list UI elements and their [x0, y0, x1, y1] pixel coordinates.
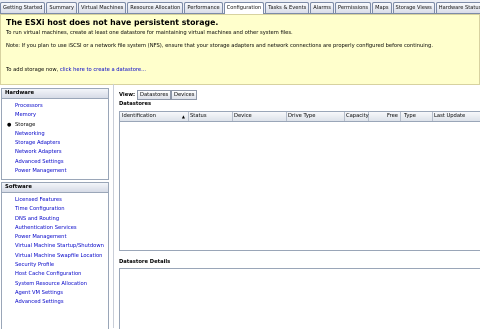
warning-note: Note: If you plan to use iSCSI or a netw… — [6, 43, 433, 49]
software-item-host-cache-configuration[interactable]: Host Cache Configuration — [2, 270, 108, 279]
warning-message: To run virtual machines, create at least… — [6, 30, 293, 36]
hardware-panel: Hardware Processors Memory ● Storage Netw… — [1, 88, 109, 180]
tab-hardware-status[interactable]: Hardware Status — [435, 2, 480, 13]
hardware-item-networking[interactable]: Networking — [2, 130, 108, 139]
selected-bullet-icon: ● — [7, 121, 12, 128]
datastores-table: Identification ▲ Status Device Drive Type… — [119, 111, 480, 251]
storage-warning-banner: The ESXi host does not have persistent s… — [0, 14, 480, 85]
column-capacity[interactable]: Capacity — [344, 112, 369, 121]
datastores-title: Datastores — [119, 101, 152, 107]
column-type[interactable]: Type — [402, 112, 433, 121]
tab-maps[interactable]: Maps — [372, 2, 392, 13]
tab-configuration[interactable]: Configuration — [223, 2, 265, 14]
datastore-details-title: Datastore Details — [119, 259, 171, 265]
column-identification[interactable]: Identification ▲ — [120, 112, 189, 121]
column-drive-type[interactable]: Drive Type — [286, 112, 345, 121]
software-item-system-resource-allocation[interactable]: System Resource Allocation — [2, 280, 108, 289]
column-free[interactable]: Free — [368, 112, 401, 121]
datastore-details-panel — [119, 268, 480, 329]
splitter[interactable] — [113, 84, 114, 328]
hardware-item-processors[interactable]: Processors — [2, 102, 108, 111]
tab-virtual-machines[interactable]: Virtual Machines — [78, 2, 127, 13]
tab-storage-views[interactable]: Storage Views — [392, 2, 435, 13]
column-last-update[interactable]: Last Update — [432, 112, 480, 121]
tab-alarms[interactable]: Alarms — [310, 2, 334, 13]
tab-bar: Getting Started Summary Virtual Machines… — [0, 0, 480, 14]
column-device[interactable]: Device — [232, 112, 287, 121]
software-panel-title: Software — [2, 183, 108, 193]
software-item-time-configuration[interactable]: Time Configuration — [2, 205, 108, 214]
software-item-licensed-features[interactable]: Licensed Features — [2, 196, 108, 205]
software-item-agent-vm-settings[interactable]: Agent VM Settings — [2, 289, 108, 298]
software-item-power-management[interactable]: Power Management — [2, 233, 108, 242]
sort-ascending-icon: ▲ — [181, 114, 185, 119]
column-identification-label: Identification — [122, 113, 157, 119]
hardware-item-network-adapters[interactable]: Network Adapters — [2, 148, 108, 157]
view-label: View: — [119, 92, 136, 98]
tab-tasks-events[interactable]: Tasks & Events — [265, 2, 310, 13]
hardware-item-power-management[interactable]: Power Management — [2, 167, 108, 176]
tab-getting-started[interactable]: Getting Started — [0, 2, 46, 13]
add-storage-line: To add storage now, click here to create… — [6, 67, 146, 73]
hardware-item-storage[interactable]: ● Storage — [2, 121, 108, 130]
warning-title: The ESXi host does not have persistent s… — [6, 18, 219, 27]
tab-resource-allocation[interactable]: Resource Allocation — [127, 2, 184, 13]
hardware-item-advanced-settings[interactable]: Advanced Settings — [2, 158, 108, 167]
tab-summary[interactable]: Summary — [46, 2, 78, 13]
software-item-authentication-services[interactable]: Authentication Services — [2, 224, 108, 233]
view-devices-button[interactable]: Devices — [171, 90, 198, 100]
software-panel: Software Licensed Features Time Configur… — [1, 182, 109, 329]
software-item-security-profile[interactable]: Security Profile — [2, 261, 108, 270]
software-item-dns-routing[interactable]: DNS and Routing — [2, 215, 108, 224]
tab-performance[interactable]: Performance — [184, 2, 223, 13]
tab-permissions[interactable]: Permissions — [334, 2, 372, 13]
column-status[interactable]: Status — [188, 112, 233, 121]
hardware-panel-title: Hardware — [2, 89, 108, 99]
software-item-advanced-settings[interactable]: Advanced Settings — [2, 298, 108, 307]
software-item-vm-startup-shutdown[interactable]: Virtual Machine Startup/Shutdown — [2, 242, 108, 251]
add-storage-prefix: To add storage now, — [6, 67, 59, 73]
hardware-item-memory[interactable]: Memory — [2, 111, 108, 120]
view-datastores-button[interactable]: Datastores — [137, 90, 172, 100]
software-item-vm-swapfile-location[interactable]: Virtual Machine Swapfile Location — [2, 252, 108, 261]
hardware-item-storage-adapters[interactable]: Storage Adapters — [2, 139, 108, 148]
create-datastore-link[interactable]: click here to create a datastore... — [60, 67, 146, 73]
datastores-table-header: Identification ▲ Status Device Drive Type… — [120, 112, 480, 122]
hardware-item-storage-label: Storage — [15, 121, 36, 128]
